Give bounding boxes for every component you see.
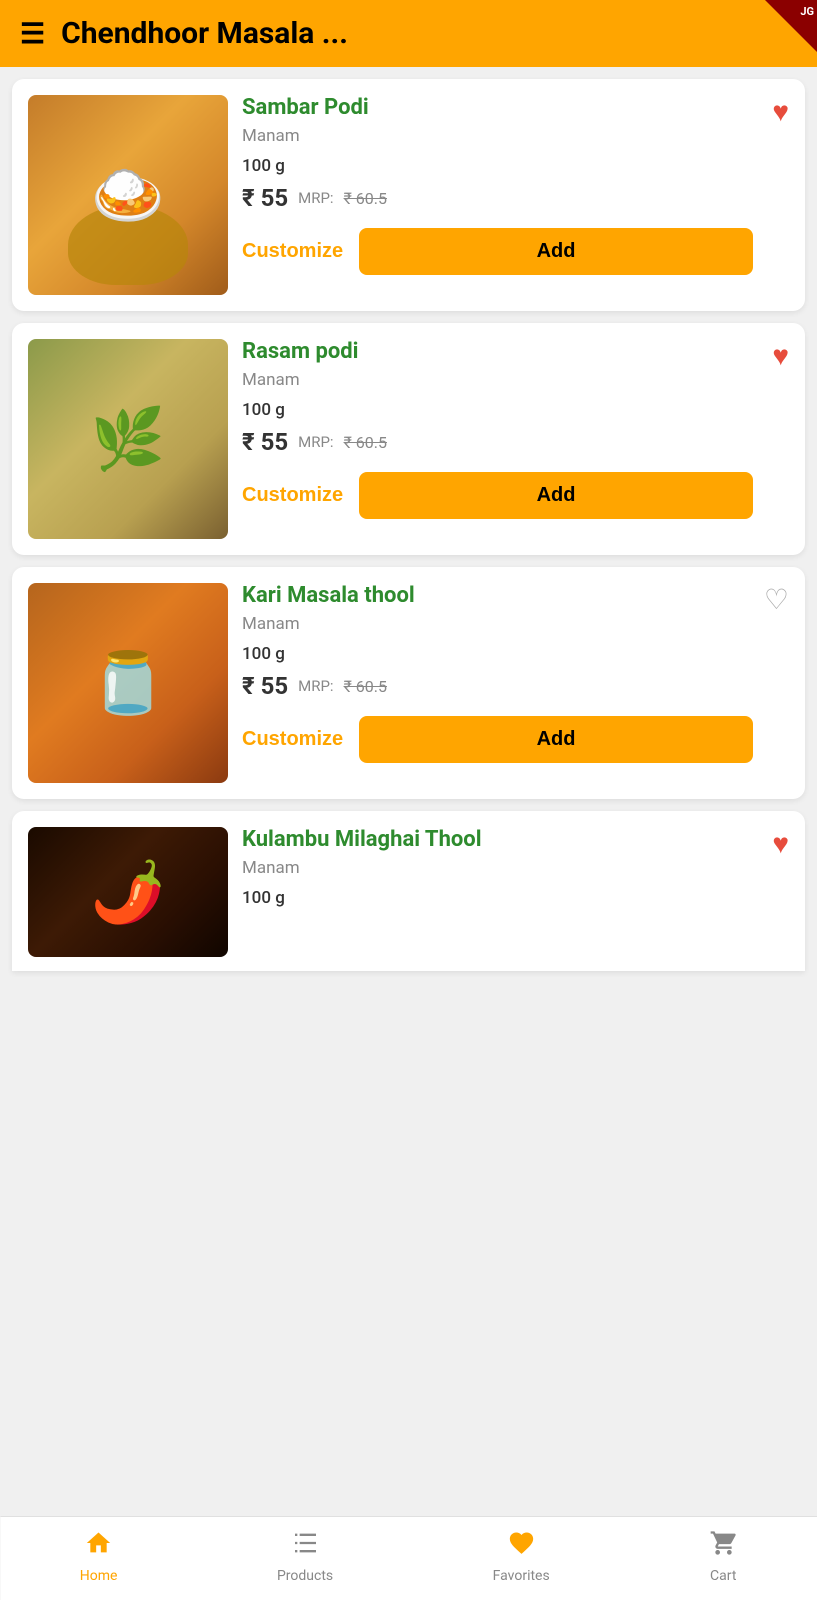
product-price-row-kari-masala: ₹ 55 MRP: ₹ 60.5 <box>242 672 753 700</box>
product-name-kari-masala: Kari Masala thool <box>242 583 753 608</box>
product-price-sambar-podi: ₹ 55 <box>242 184 288 212</box>
product-weight-kulambu: 100 g <box>242 888 753 908</box>
product-info-kari-masala: Kari Masala thool Manam 100 g ₹ 55 MRP: … <box>242 583 789 783</box>
product-image-sambar-podi <box>28 95 228 295</box>
product-image-kari-masala <box>28 583 228 783</box>
nav-label-cart: Cart <box>710 1568 736 1584</box>
product-price-rasam-podi: ₹ 55 <box>242 428 288 456</box>
customize-button-rasam-podi[interactable]: Customize <box>242 484 343 507</box>
product-weight-sambar-podi: 100 g <box>242 156 753 176</box>
customize-button-kari-masala[interactable]: Customize <box>242 728 343 751</box>
header-badge: JG <box>800 5 814 18</box>
product-brand-kari-masala: Manam <box>242 614 753 634</box>
home-icon <box>85 1529 113 1564</box>
nav-item-favorites[interactable]: Favorites <box>493 1529 550 1584</box>
product-actions-sambar-podi: Customize Add <box>242 228 753 275</box>
cart-icon <box>709 1529 737 1564</box>
product-brand-rasam-podi: Manam <box>242 370 753 390</box>
nav-label-favorites: Favorites <box>493 1568 550 1584</box>
product-mrp-label-kari-masala: MRP: <box>298 677 333 695</box>
product-mrp-kari-masala: ₹ 60.5 <box>344 677 387 696</box>
menu-icon[interactable]: ☰ <box>20 20 45 48</box>
product-name-sambar-podi: Sambar Podi <box>242 95 753 120</box>
product-card-rasam-podi: Rasam podi Manam 100 g ₹ 55 MRP: ₹ 60.5 … <box>12 323 805 555</box>
product-brand-kulambu: Manam <box>242 858 753 878</box>
product-mrp-label-sambar-podi: MRP: <box>298 189 333 207</box>
favorite-icon-kulambu[interactable]: ♥ <box>772 827 789 860</box>
favorite-icon-sambar-podi[interactable]: ♥ <box>772 95 789 128</box>
add-button-sambar-podi[interactable]: Add <box>359 228 753 275</box>
bottom-nav: Home Products Favorites Cart <box>0 1516 817 1600</box>
product-card-sambar-podi: Sambar Podi Manam 100 g ₹ 55 MRP: ₹ 60.5… <box>12 79 805 311</box>
customize-button-sambar-podi[interactable]: Customize <box>242 240 343 263</box>
products-icon <box>291 1529 319 1564</box>
product-info-kulambu: Kulambu Milaghai Thool Manam 100 g <box>242 827 789 955</box>
app-header: ☰ Chendhoor Masala ... JG <box>0 0 817 67</box>
favorite-icon-kari-masala[interactable]: ♡ <box>764 583 789 616</box>
product-card-kari-masala: Kari Masala thool Manam 100 g ₹ 55 MRP: … <box>12 567 805 799</box>
product-name-kulambu: Kulambu Milaghai Thool <box>242 827 753 852</box>
product-name-rasam-podi: Rasam podi <box>242 339 753 364</box>
nav-item-cart[interactable]: Cart <box>709 1529 737 1584</box>
product-actions-rasam-podi: Customize Add <box>242 472 753 519</box>
product-weight-rasam-podi: 100 g <box>242 400 753 420</box>
product-mrp-label-rasam-podi: MRP: <box>298 433 333 451</box>
product-weight-kari-masala: 100 g <box>242 644 753 664</box>
add-button-rasam-podi[interactable]: Add <box>359 472 753 519</box>
product-info-rasam-podi: Rasam podi Manam 100 g ₹ 55 MRP: ₹ 60.5 … <box>242 339 789 539</box>
add-button-kari-masala[interactable]: Add <box>359 716 753 763</box>
favorites-icon <box>507 1529 535 1564</box>
nav-label-products: Products <box>277 1568 333 1584</box>
nav-label-home: Home <box>80 1568 118 1584</box>
product-actions-kari-masala: Customize Add <box>242 716 753 763</box>
product-image-kulambu <box>28 827 228 957</box>
product-price-row-rasam-podi: ₹ 55 MRP: ₹ 60.5 <box>242 428 753 456</box>
favorite-icon-rasam-podi[interactable]: ♥ <box>772 339 789 372</box>
product-list: Sambar Podi Manam 100 g ₹ 55 MRP: ₹ 60.5… <box>0 67 817 983</box>
product-mrp-rasam-podi: ₹ 60.5 <box>344 433 387 452</box>
header-title: Chendhoor Masala ... <box>61 16 797 51</box>
product-info-sambar-podi: Sambar Podi Manam 100 g ₹ 55 MRP: ₹ 60.5… <box>242 95 789 295</box>
nav-item-products[interactable]: Products <box>277 1529 333 1584</box>
product-price-kari-masala: ₹ 55 <box>242 672 288 700</box>
product-brand-sambar-podi: Manam <box>242 126 753 146</box>
product-image-rasam-podi <box>28 339 228 539</box>
nav-item-home[interactable]: Home <box>80 1529 118 1584</box>
product-mrp-sambar-podi: ₹ 60.5 <box>344 189 387 208</box>
product-price-row-sambar-podi: ₹ 55 MRP: ₹ 60.5 <box>242 184 753 212</box>
product-card-kulambu: Kulambu Milaghai Thool Manam 100 g ♥ <box>12 811 805 971</box>
